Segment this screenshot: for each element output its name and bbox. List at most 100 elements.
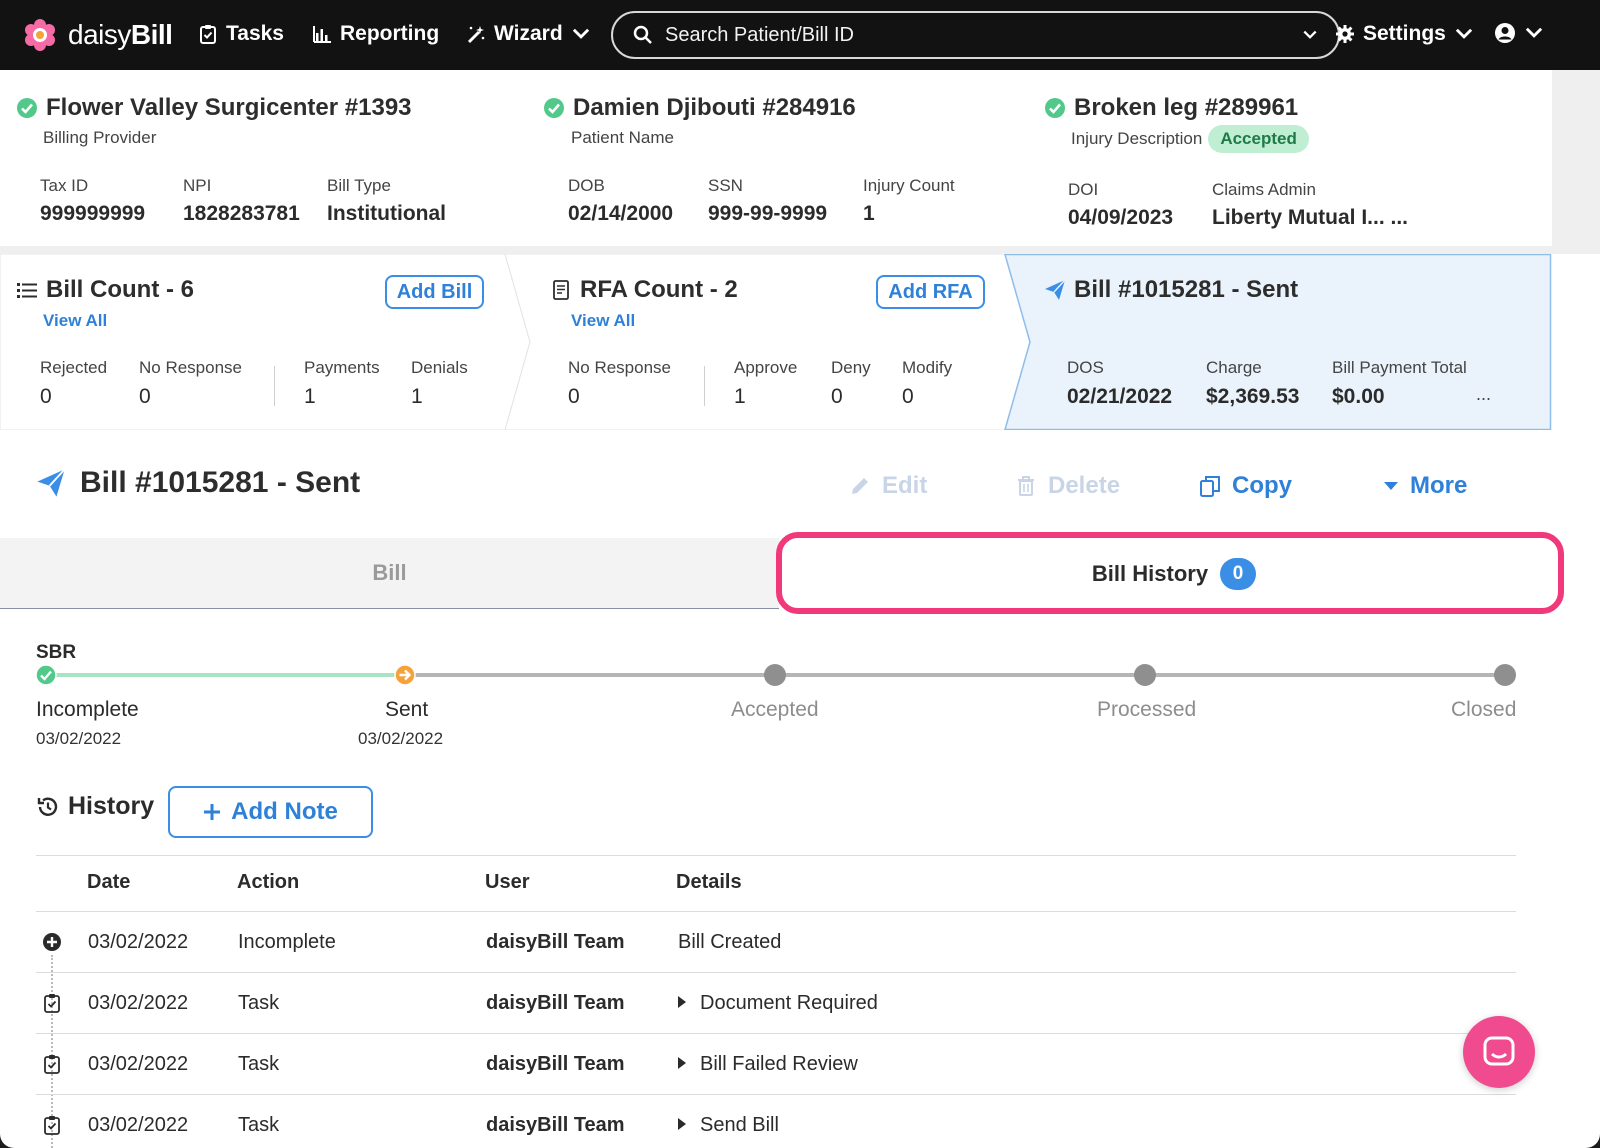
- divider: [704, 366, 705, 406]
- history-icon: [37, 797, 58, 816]
- divider: [274, 366, 275, 406]
- row-details-toggle[interactable]: Send Bill: [678, 1114, 779, 1137]
- delete-label: Delete: [1048, 472, 1121, 499]
- user-menu[interactable]: [1494, 22, 1544, 44]
- deny-label: Deny: [831, 358, 871, 377]
- approve-value: 1: [734, 385, 746, 408]
- search-dropdown-chevron-icon[interactable]: [1302, 27, 1318, 43]
- approve-label: Approve: [734, 358, 798, 377]
- injury-title[interactable]: Broken leg #289961: [1044, 94, 1298, 122]
- trash-icon: [1018, 476, 1034, 496]
- brand-logo[interactable]: daisyBill: [22, 17, 173, 53]
- rfa-no-response-label: No Response: [568, 358, 672, 377]
- chevron-down-icon: [1455, 28, 1472, 39]
- step-current-icon: [394, 664, 416, 686]
- row-user: daisyBill Team: [486, 931, 625, 953]
- tax-id-label: Tax ID: [40, 176, 89, 195]
- patient-subtitle: Patient Name: [571, 128, 674, 147]
- step-done-icon: [35, 664, 57, 686]
- caret-down-icon: [1384, 482, 1398, 490]
- row-details: Bill Failed Review: [700, 1053, 858, 1075]
- row-divider: [36, 972, 1516, 973]
- add-note-button[interactable]: Add Note: [168, 786, 373, 838]
- step-sent-label: Sent: [385, 698, 429, 721]
- injury-subtitle-row: Injury Description Accepted: [1071, 125, 1309, 153]
- no-response-value: 0: [139, 385, 151, 408]
- daisy-logo-icon: [25, 19, 55, 51]
- payments-value: 1: [304, 385, 316, 408]
- step-sent-date: 03/02/2022: [358, 729, 444, 748]
- caret-right-icon: [678, 995, 686, 1008]
- more-fields-ellipsis[interactable]: ...: [1476, 384, 1491, 405]
- row-details-toggle[interactable]: Document Required: [678, 992, 878, 1015]
- provider-name: Flower Valley Surgicenter #1393: [46, 94, 412, 121]
- step-incomplete-label: Incomplete: [36, 698, 139, 721]
- history-heading: History: [36, 792, 154, 821]
- doi-label: DOI: [1068, 180, 1099, 199]
- charge-label: Charge: [1206, 358, 1262, 377]
- row-divider: [36, 1094, 1516, 1095]
- charge-value: $2,369.53: [1206, 385, 1300, 408]
- chat-launcher-button[interactable]: [1463, 1016, 1535, 1088]
- history-count-badge: 0: [1220, 557, 1257, 590]
- npi-value: 1828283781: [183, 202, 300, 225]
- chevron-down-icon: [1525, 27, 1543, 38]
- copy-button[interactable]: Copy: [1198, 472, 1292, 500]
- provider-title[interactable]: Flower Valley Surgicenter #1393: [16, 94, 412, 122]
- summary-row-2: Bill Count - 6 Add Bill View All Rejecte…: [0, 254, 1600, 430]
- summary-row-1: Flower Valley Surgicenter #1393 Billing …: [0, 70, 1600, 254]
- dob-label: DOB: [568, 176, 605, 195]
- plus-icon: [204, 804, 221, 820]
- dos-value: 02/21/2022: [1067, 385, 1173, 408]
- row-user: daisyBill Team: [486, 992, 625, 1014]
- modify-label: Modify: [902, 358, 953, 377]
- add-rfa-button[interactable]: Add RFA: [876, 275, 985, 309]
- denials-value: 1: [411, 385, 423, 408]
- tab-bill-label: Bill: [372, 560, 407, 585]
- task-icon: [44, 1055, 60, 1074]
- provider-subtitle: Billing Provider: [43, 128, 157, 147]
- tab-bill-history-label: Bill History: [1091, 560, 1209, 586]
- col-date: Date: [87, 871, 131, 893]
- nav-settings[interactable]: Settings: [1335, 22, 1474, 46]
- check-circle-icon: [544, 98, 564, 118]
- claims-admin-value: Liberty Mutual I... ...: [1212, 206, 1409, 229]
- bill-count-title[interactable]: Bill Count - 6: [16, 276, 194, 304]
- rfas-view-all-link[interactable]: View All: [571, 311, 635, 331]
- npi-label: NPI: [183, 176, 212, 195]
- row-details-toggle[interactable]: Bill Failed Review: [678, 1053, 858, 1076]
- search-bar[interactable]: [611, 11, 1340, 59]
- nav-tasks[interactable]: Tasks: [198, 22, 284, 46]
- denials-label: Denials: [411, 358, 468, 377]
- patient-title[interactable]: Damien Djibouti #284916: [543, 94, 856, 122]
- bill-type-value: Institutional: [327, 202, 446, 225]
- more-button[interactable]: More: [1382, 472, 1467, 500]
- add-note-label: Add Note: [231, 798, 338, 825]
- search-input[interactable]: [665, 23, 1302, 47]
- delete-button[interactable]: Delete: [1014, 472, 1120, 500]
- copy-label: Copy: [1232, 472, 1292, 499]
- add-bill-button[interactable]: Add Bill: [385, 275, 484, 309]
- plus-circle-icon: [43, 933, 61, 951]
- rejected-value: 0: [40, 385, 52, 408]
- col-user: User: [485, 871, 530, 893]
- tab-bill-history[interactable]: Bill History 0: [779, 538, 1569, 609]
- step-closed-label: Closed: [1451, 698, 1517, 721]
- row-date: 03/02/2022: [88, 931, 189, 953]
- tab-bill[interactable]: Bill: [0, 538, 779, 609]
- nav-tasks-label: Tasks: [226, 22, 284, 45]
- deny-value: 0: [831, 385, 843, 408]
- bills-view-all-link[interactable]: View All: [43, 311, 107, 331]
- nav-reporting[interactable]: Reporting: [312, 22, 439, 46]
- paper-plane-icon: [37, 468, 66, 497]
- copy-icon: [1200, 476, 1220, 497]
- step-incomplete-date: 03/02/2022: [36, 729, 122, 748]
- nav-wizard[interactable]: Wizard: [466, 22, 591, 46]
- rfa-count-title[interactable]: RFA Count - 2: [550, 276, 738, 304]
- edit-button[interactable]: Edit: [848, 472, 927, 500]
- col-details: Details: [676, 871, 742, 893]
- step-processed-label: Processed: [1097, 698, 1197, 721]
- injury-count-label: Injury Count: [863, 176, 955, 195]
- current-bill-card-title[interactable]: Bill #1015281 - Sent: [1044, 276, 1298, 304]
- task-icon: [44, 1116, 60, 1135]
